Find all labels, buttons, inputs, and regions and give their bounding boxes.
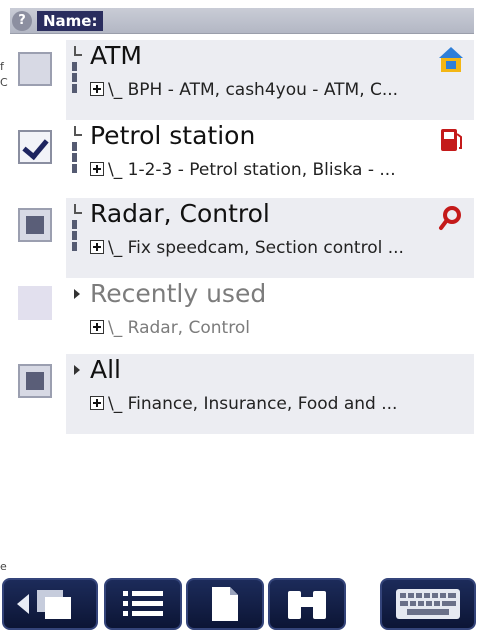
category-subtitle[interactable]: \_ Radar, Control — [90, 318, 470, 338]
category-subtitle[interactable]: \_ Fix speedcam, Section control ... — [90, 238, 470, 258]
binoculars-button[interactable] — [268, 578, 346, 630]
tree-indicator — [72, 220, 78, 253]
category-title: Petrol station — [90, 121, 256, 150]
edge-text-fragment: f — [0, 60, 4, 73]
help-icon[interactable]: ? — [12, 11, 32, 31]
checkbox-petrol-station[interactable] — [18, 130, 52, 164]
expand-plus-icon[interactable] — [90, 240, 104, 254]
list-view-button[interactable] — [104, 578, 182, 630]
keyboard-icon — [396, 589, 460, 619]
category-title: Recently used — [90, 279, 267, 308]
category-title: All — [90, 355, 121, 384]
tree-branch-line — [74, 46, 82, 56]
category-subtitle[interactable]: \_ Finance, Insurance, Food and ... — [90, 394, 470, 414]
expand-plus-icon[interactable] — [90, 396, 104, 410]
category-panel[interactable]: Radar, Control \_ Fix speedcam, Section … — [66, 198, 474, 278]
category-subtitle[interactable]: \_ BPH - ATM, cash4you - ATM, C... — [90, 80, 470, 100]
back-windows-icon — [17, 590, 71, 619]
fuel-pump-icon — [441, 129, 462, 151]
checkbox-all[interactable] — [18, 364, 52, 398]
expand-plus-icon[interactable] — [90, 320, 104, 334]
category-panel[interactable]: ATM \_ BPH - ATM, cash4you - ATM, C... — [66, 40, 474, 120]
expand-plus-icon[interactable] — [90, 82, 104, 96]
expand-arrow-icon[interactable] — [74, 289, 80, 299]
document-button[interactable] — [186, 578, 264, 630]
keyboard-button[interactable] — [380, 578, 476, 630]
expand-plus-icon[interactable] — [90, 162, 104, 176]
checkbox-recently-used[interactable] — [18, 286, 52, 320]
expand-arrow-icon[interactable] — [74, 365, 80, 375]
tree-indicator — [72, 142, 78, 175]
tree-branch-line — [74, 204, 82, 214]
magnifier-icon — [439, 206, 461, 230]
name-field-label[interactable]: Name: — [37, 11, 104, 31]
tree-branch-line — [74, 126, 82, 136]
category-title: Radar, Control — [90, 199, 270, 228]
binoculars-icon — [288, 591, 326, 619]
tree-indicator — [72, 62, 78, 95]
document-icon — [212, 587, 238, 621]
category-subtitle[interactable]: \_ 1-2-3 - Petrol station, Bliska - ... — [90, 160, 470, 180]
checkbox-atm[interactable] — [18, 52, 52, 86]
atm-icon — [439, 47, 463, 72]
header-bar: ? Name: — [10, 8, 474, 34]
list-icon — [123, 591, 163, 616]
category-panel[interactable]: Recently used \_ Radar, Control — [66, 278, 474, 358]
bottom-toolbar — [0, 572, 479, 634]
category-title: ATM — [90, 41, 143, 70]
back-button[interactable] — [2, 578, 98, 630]
category-panel[interactable]: All \_ Finance, Insurance, Food and ... — [66, 354, 474, 434]
category-panel[interactable]: Petrol station \_ 1-2-3 - Petrol station… — [66, 120, 474, 200]
edge-text-fragment: C — [0, 76, 8, 89]
checkbox-radar-control[interactable] — [18, 208, 52, 242]
